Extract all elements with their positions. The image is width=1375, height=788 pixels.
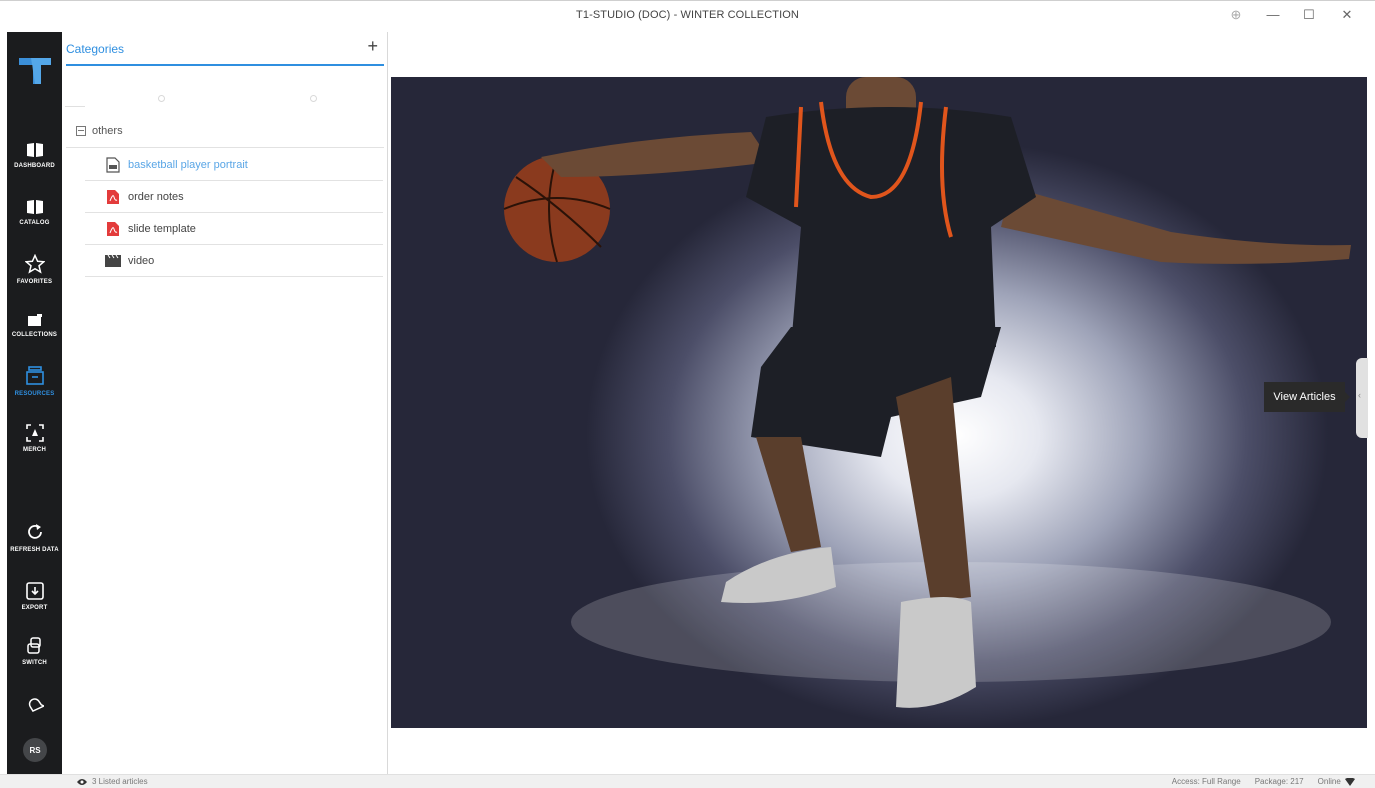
online-label: Online [1317,777,1341,786]
filter-dot[interactable] [158,95,165,102]
basketball-player-image [391,77,1367,728]
categories-header: Categories + [66,32,384,66]
close-button[interactable]: ✕ [1335,7,1359,23]
status-bar: 3 Listed articles Access: Full Range Pac… [0,774,1375,788]
collapse-icon[interactable] [76,126,86,136]
divider [66,147,384,148]
refresh-icon [27,524,42,539]
nav-resources[interactable]: RESOURCES [7,366,62,397]
chevron-left-icon: ‹ [1358,390,1361,400]
nav-label: RESOURCES [14,391,55,397]
view-articles-tooltip: View Articles [1264,382,1350,412]
window-title: T1-STUDIO (DOC) - WINTER COLLECTION [576,9,799,21]
star-icon [24,254,45,274]
nav-label: EXPORT [21,605,48,611]
tree-group-others[interactable]: others [76,125,123,137]
t1-logo-icon[interactable] [17,56,53,86]
nav-label: REFRESH DATA [10,547,59,553]
listed-articles-status: 3 Listed articles [76,777,148,786]
pdf-file-icon [103,187,123,207]
divider [65,106,85,107]
download-box-icon [25,582,44,600]
categories-panel: Categories + others basketball player po… [62,32,388,774]
nav-label: COLLECTIONS [11,332,58,338]
nav-export[interactable]: EXPORT [7,582,62,611]
book-icon [26,143,43,157]
item-label: basketball player portrait [128,158,248,171]
status-right: Access: Full Range Package: 217 Online [1172,777,1355,786]
list-item[interactable]: video [85,245,383,277]
window-titlebar: T1-STUDIO (DOC) - WINTER COLLECTION ⊕ — … [0,0,1375,32]
nav-favorites[interactable]: FAVORITES [7,254,62,285]
archive-icon [25,366,44,385]
nav-label: FAVORITES [16,279,53,285]
nav-catalog[interactable]: CATALOG [7,199,62,226]
maximize-button[interactable]: ☐ [1297,7,1321,23]
item-label: order notes [128,190,184,203]
item-label: video [128,254,155,267]
nav-collections[interactable]: COLLECTIONS [7,313,62,338]
wifi-icon [1345,777,1355,786]
nav-switch[interactable]: SWITCH [7,637,62,666]
focus-icon [25,424,44,442]
add-category-button[interactable]: + [367,36,378,57]
categories-title: Categories [66,42,125,56]
image-viewer [388,32,1369,774]
bell-icon [28,698,44,713]
nav-merch[interactable]: MERCH [7,424,62,453]
online-status: Online [1318,777,1355,786]
view-articles-handle[interactable]: ‹ [1356,358,1368,438]
eye-icon [77,778,87,785]
access-status: Access: Full Range [1171,777,1241,786]
filter-dot[interactable] [310,95,317,102]
video-clapper-icon [103,251,123,271]
nav-notifications[interactable] [7,696,62,714]
tree-group-label: others [92,125,123,137]
nav-label: DASHBOARD [14,163,55,169]
nav-label: MERCH [23,447,46,453]
list-item[interactable]: basketball player portrait [85,149,383,181]
nav-label: SWITCH [22,660,47,666]
item-label: slide template [128,222,196,235]
nav-label: CATALOG [19,220,50,226]
user-avatar[interactable]: RS [23,738,47,762]
nav-refresh-data[interactable]: REFRESH DATA [7,522,62,553]
zoom-icon[interactable]: ⊕ [1224,7,1248,23]
list-item[interactable]: slide template [85,213,383,245]
list-item[interactable]: order notes [85,181,383,213]
pdf-file-icon [103,219,123,239]
book-icon [26,200,43,214]
switch-icon [26,637,41,654]
package-status: Package: 217 [1254,777,1304,786]
minimize-button[interactable]: — [1261,7,1285,22]
listed-articles-count: 3 Listed articles [92,777,148,786]
image-file-icon [103,155,123,175]
left-navigation: DASHBOARD CATALOG FAVORITES COLLECTIONS … [7,32,62,774]
folder-icon [27,314,42,326]
nav-dashboard[interactable]: DASHBOARD [7,142,62,169]
